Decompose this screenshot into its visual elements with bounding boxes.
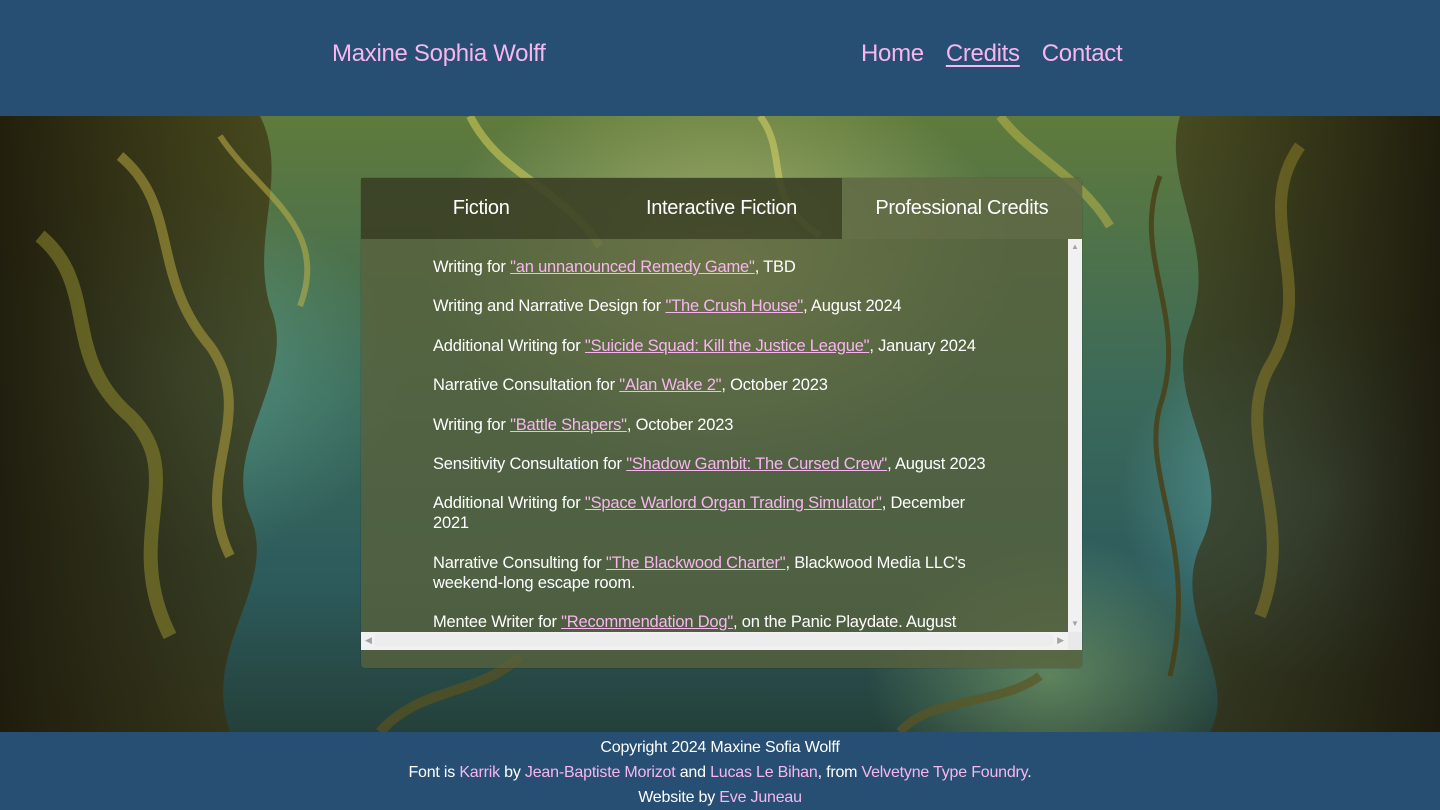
credit-link[interactable]: "Alan Wake 2": [619, 376, 721, 394]
credit-suffix: , October 2023: [626, 415, 734, 434]
nav-contact-link[interactable]: Contact: [1042, 40, 1123, 68]
credit-link[interactable]: "Suicide Squad: Kill the Justice League": [585, 337, 870, 355]
credit-suffix: , August 2023: [887, 454, 986, 473]
credit-prefix: Additional Writing for: [433, 494, 585, 513]
credit-link[interactable]: "Shadow Gambit: The Cursed Crew": [626, 455, 887, 473]
site-header: Maxine Sophia Wolff Home Credits Contact: [0, 0, 1440, 116]
credit-link[interactable]: "The Crush House": [665, 297, 803, 315]
font-karrik-link[interactable]: Karrik: [459, 764, 500, 781]
velvetyne-link[interactable]: Velvetyne Type Foundry: [862, 764, 1028, 781]
scroll-right-arrow-icon[interactable]: ▶: [1057, 636, 1064, 645]
list-item: Mentee Writer for "Recommendation Dog", …: [433, 612, 993, 632]
footer-copyright: Copyright 2024 Maxine Sofia Wolff: [600, 739, 840, 756]
list-item: Sensitivity Consultation for "Shadow Gam…: [433, 454, 993, 474]
credit-prefix: Narrative Consulting for: [433, 553, 606, 572]
credit-prefix: Narrative Consultation for: [433, 376, 620, 395]
footer-website-credit: Website by Eve Juneau: [0, 785, 1440, 810]
footer-from-text: , from: [817, 764, 862, 781]
site-title-link[interactable]: Maxine Sophia Wolff: [332, 40, 546, 68]
credit-suffix: , August 2024: [803, 297, 902, 316]
website-author-link[interactable]: Eve Juneau: [719, 789, 802, 806]
tab-interactive-fiction[interactable]: Interactive Fiction: [601, 178, 842, 239]
credits-list: Writing for "an unnanounced Remedy Game"…: [361, 239, 1068, 632]
credit-prefix: Writing for: [433, 258, 511, 276]
list-item: Narrative Consulting for "The Blackwood …: [433, 553, 993, 593]
author-morizot-link[interactable]: Jean-Baptiste Morizot: [525, 764, 676, 781]
category-tabs: Fiction Interactive Fiction Professional…: [361, 178, 1082, 239]
nav-home-link[interactable]: Home: [861, 40, 924, 68]
nav-credits-link[interactable]: Credits: [946, 40, 1020, 68]
credit-link[interactable]: "Battle Shapers": [510, 416, 627, 434]
scroll-left-arrow-icon[interactable]: ◀: [365, 636, 372, 645]
footer-period: .: [1027, 764, 1032, 781]
credit-prefix: Additional Writing for: [433, 336, 585, 355]
credit-link[interactable]: "The Blackwood Charter": [606, 554, 786, 572]
footer-and-text: and: [675, 764, 711, 781]
list-item: Writing for "an unnanounced Remedy Game"…: [433, 257, 993, 277]
horizontal-scrollbar[interactable]: ◀ ▶: [361, 632, 1068, 650]
list-item: Narrative Consultation for "Alan Wake 2"…: [433, 375, 993, 395]
credits-content[interactable]: Writing for "an unnanounced Remedy Game"…: [361, 239, 1068, 632]
horizontal-scroll-thumb[interactable]: [375, 634, 1053, 646]
list-item: Additional Writing for "Suicide Squad: K…: [433, 336, 993, 356]
scroll-down-arrow-icon[interactable]: ▼: [1071, 620, 1079, 628]
main-nav: Home Credits Contact: [861, 40, 1144, 68]
scrollbar-corner: [1068, 632, 1082, 650]
credit-prefix: Mentee Writer for: [433, 613, 562, 632]
list-item: Writing for "Battle Shapers", October 20…: [433, 415, 993, 435]
tab-fiction[interactable]: Fiction: [361, 178, 602, 239]
list-item: Additional Writing for "Space Warlord Or…: [433, 493, 993, 533]
footer-font-credit: Font is Karrik by Jean-Baptiste Morizot …: [0, 760, 1440, 785]
credit-link[interactable]: "an unnanounced Remedy Game": [510, 258, 755, 276]
credit-prefix: Sensitivity Consultation for: [433, 454, 627, 473]
footer-website-prefix: Website by: [638, 789, 720, 806]
credit-suffix: , October 2023: [721, 376, 828, 395]
footer-font-prefix: Font is: [408, 764, 460, 781]
site-footer: Copyright 2024 Maxine Sofia Wolff Font i…: [0, 732, 1440, 810]
list-item: Writing and Narrative Design for "The Cr…: [433, 296, 993, 316]
author-le-bihan-link[interactable]: Lucas Le Bihan: [710, 764, 818, 781]
vertical-scrollbar[interactable]: ▲ ▼: [1068, 239, 1082, 632]
tab-professional-credits[interactable]: Professional Credits: [841, 178, 1082, 239]
footer-by-text: by: [499, 764, 525, 781]
credit-prefix: Writing for: [433, 415, 511, 434]
scroll-up-arrow-icon[interactable]: ▲: [1071, 243, 1079, 251]
credit-suffix: , TBD: [754, 258, 796, 276]
credit-suffix: , January 2024: [869, 336, 976, 355]
credit-link[interactable]: "Recommendation Dog": [561, 613, 733, 631]
credit-link[interactable]: "Space Warlord Organ Trading Simulator": [585, 494, 882, 512]
credits-panel: Fiction Interactive Fiction Professional…: [361, 178, 1082, 668]
credit-prefix: Writing and Narrative Design for: [433, 297, 666, 316]
